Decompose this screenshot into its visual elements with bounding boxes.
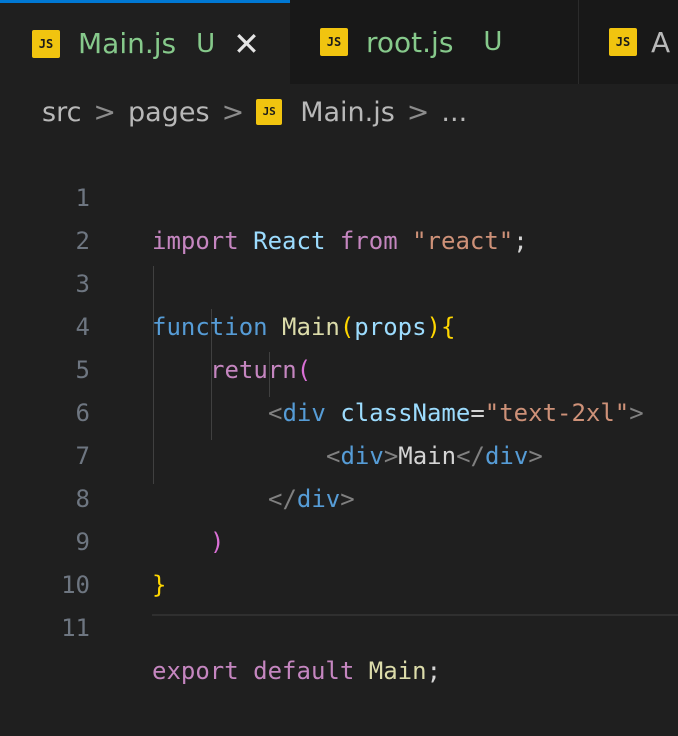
tab-label: A (651, 25, 671, 59)
code-line: 5 <div className="text-2xl"> (0, 306, 678, 427)
punctuation: ; (426, 657, 442, 685)
untracked-status-badge: U (196, 28, 216, 59)
identifier: Main (368, 657, 427, 685)
javascript-file-icon: JS (320, 28, 348, 56)
javascript-file-icon: JS (256, 99, 283, 125)
code-line: 7 </div> (0, 392, 678, 513)
tab-main-js[interactable]: JS Main.js U ✕ (0, 0, 290, 84)
code-line: 6 <div>Main</div> (0, 349, 678, 470)
untracked-status-badge: U (483, 27, 503, 57)
tab-root-js[interactable]: JS root.js U (290, 0, 579, 84)
code-line: 11 export default Main; (0, 564, 678, 685)
breadcrumb-item-file[interactable]: Main.js (300, 97, 395, 128)
breadcrumb-symbols[interactable]: ... (441, 97, 467, 128)
breadcrumb: src > pages > JS Main.js > ... (42, 92, 467, 132)
code-line: 1 import React from "react"; (0, 134, 678, 255)
breadcrumb-separator: > (221, 96, 245, 128)
breadcrumb-item-src[interactable]: src (42, 97, 81, 128)
code-line: 2 (0, 177, 678, 255)
breadcrumb-item-pages[interactable]: pages (128, 97, 210, 128)
code-line: 3 function Main(props){ (0, 220, 678, 341)
editor-tab-bar: JS Main.js U ✕ JS root.js U JS A (0, 0, 678, 84)
keyword: export (152, 657, 239, 685)
code-line: 4 return( (0, 263, 678, 384)
javascript-file-icon: JS (609, 28, 637, 56)
code-line: 8 ) (0, 435, 678, 556)
javascript-file-icon: JS (32, 29, 60, 58)
tab-label: Main.js (78, 27, 177, 60)
keyword: default (253, 657, 355, 685)
close-icon[interactable]: ✕ (233, 28, 260, 60)
breadcrumb-separator: > (406, 96, 430, 128)
code-line: 10 (0, 521, 678, 599)
tab-label: root.js (366, 25, 454, 59)
line-number: 11 (61, 614, 90, 642)
breadcrumb-separator: > (93, 96, 117, 128)
tab-partial[interactable]: JS A (579, 0, 678, 84)
editor-bottom-divider (152, 614, 678, 616)
code-line: 9 } (0, 478, 678, 599)
